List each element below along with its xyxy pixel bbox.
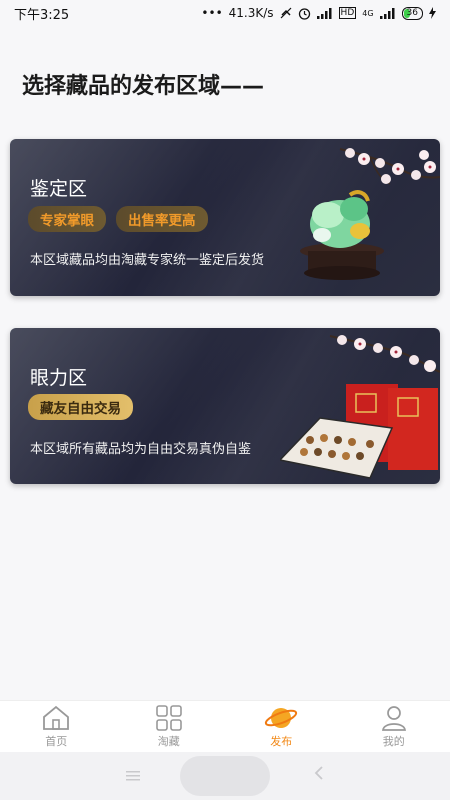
network-type: 4G (362, 8, 374, 18)
dots-icon: ••• (201, 6, 223, 20)
charging-icon (429, 7, 436, 19)
menu-icon[interactable] (126, 770, 140, 782)
tag-list: 专家掌眼 出售率更高 (28, 206, 208, 232)
coin-album-image (280, 335, 440, 479)
network-speed: 41.3K/s (228, 6, 274, 20)
status-bar: 下午3:25 ••• 41.3K/s HD 4G 36 (0, 0, 450, 26)
home-button[interactable] (180, 756, 270, 796)
tab-home[interactable]: 首页 (0, 701, 113, 753)
tab-label: 淘藏 (157, 735, 180, 748)
appraisal-zone-card[interactable]: 鉴定区 专家掌眼 出售率更高 本区域藏品均由淘藏专家统一鉴定后发货 (10, 139, 440, 296)
page-title: 选择藏品的发布区域—— (22, 74, 265, 99)
eyesight-zone-card[interactable]: 眼力区 藏友自由交易 本区域所有藏品均为自由交易真伪自鉴 (10, 328, 440, 484)
tag-sell-rate: 出售率更高 (116, 206, 208, 232)
card-description: 本区域所有藏品均为自由交易真伪自鉴 (30, 442, 252, 457)
card-title: 眼力区 (30, 367, 88, 389)
mute-icon (280, 7, 291, 19)
battery-indicator: 36 (401, 6, 423, 20)
status-icons: ••• 41.3K/s HD 4G 36 (201, 6, 436, 20)
alarm-icon (298, 7, 310, 20)
signal-icon-2 (379, 7, 395, 19)
tag-free-trade: 藏友自由交易 (28, 394, 133, 420)
tag-expert: 专家掌眼 (28, 206, 106, 232)
system-nav-bar (0, 752, 450, 800)
tab-publish[interactable]: 发布 (225, 701, 338, 753)
back-icon[interactable] (314, 766, 324, 780)
tab-label: 发布 (270, 735, 293, 748)
card-title: 鉴定区 (30, 178, 88, 200)
card-description: 本区域藏品均由淘藏专家统一鉴定后发货 (30, 253, 265, 268)
signal-icon (316, 7, 332, 19)
tab-label: 我的 (382, 735, 405, 748)
user-icon (381, 706, 406, 731)
jade-ornament-image (300, 148, 440, 280)
tab-label: 首页 (45, 735, 68, 748)
bottom-tab-bar: 首页 淘藏 发布 我的 (0, 700, 450, 753)
tab-taocang[interactable]: 淘藏 (113, 701, 226, 753)
hd-badge: HD (338, 7, 357, 19)
planet-icon (265, 708, 298, 728)
tag-list: 藏友自由交易 (28, 394, 133, 420)
home-icon (43, 705, 70, 730)
status-time: 下午3:25 (14, 7, 70, 23)
grid-icon (155, 705, 182, 731)
tab-mine[interactable]: 我的 (338, 701, 450, 753)
